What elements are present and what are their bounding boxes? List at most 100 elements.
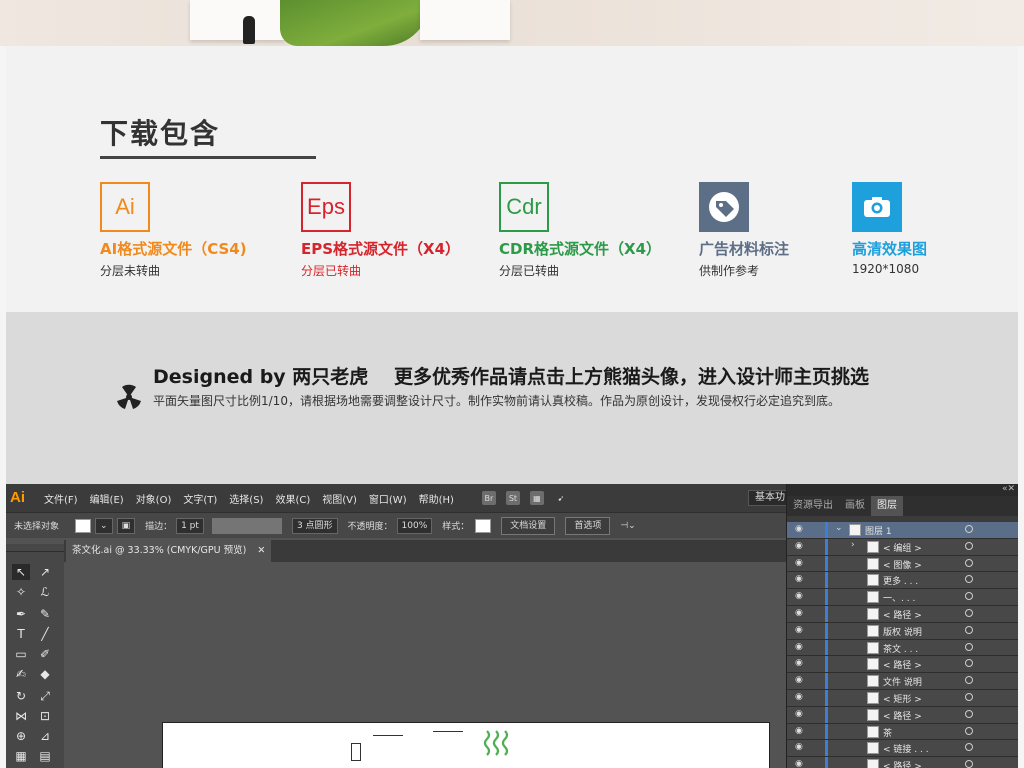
visibility-eye-icon[interactable]: ◉ — [795, 692, 803, 702]
bridge-button[interactable]: Br — [481, 491, 496, 505]
expand-chevron-icon[interactable]: ⌄ — [835, 523, 843, 533]
menu-select[interactable]: 选择(S) — [229, 491, 263, 506]
stock-button[interactable]: St — [505, 491, 520, 505]
target-circle-icon[interactable] — [965, 575, 973, 584]
target-circle-icon[interactable] — [965, 558, 973, 567]
layer-row[interactable]: ◉ < 图像 > — [787, 555, 1018, 573]
layer-row[interactable]: ◉ ⌄ 图层 1 — [787, 522, 1018, 539]
menu-edit[interactable]: 编辑(E) — [90, 491, 124, 506]
target-circle-icon[interactable] — [965, 726, 973, 735]
perspective-grid-tool-icon[interactable]: ⊿ — [36, 728, 54, 744]
layer-row[interactable]: ◉ 文件 说明 — [787, 673, 1018, 690]
layer-row[interactable]: ◉ < 矩形 > — [787, 689, 1018, 707]
layer-row[interactable]: ◉ < 路径 > — [787, 656, 1018, 674]
layer-row[interactable]: ◉ < 路径 > — [787, 706, 1018, 724]
variable-width-profile[interactable] — [211, 517, 282, 534]
tools-panel-grip[interactable] — [6, 544, 64, 552]
visibility-eye-icon[interactable]: ◉ — [795, 642, 803, 652]
panel-collapse-control[interactable]: «✕ — [787, 484, 1018, 496]
menu-effect[interactable]: 效果(C) — [275, 491, 310, 506]
document-tab[interactable]: 茶文化.ai @ 33.33% (CMYK/GPU 预览) ✕ — [66, 540, 272, 562]
layer-row[interactable]: ◉ < 路径 > — [787, 757, 1018, 768]
arrange-docs-icon[interactable]: ▦ — [529, 491, 544, 505]
stroke-weight-input[interactable]: 1 pt — [176, 517, 204, 534]
target-circle-icon[interactable] — [965, 592, 973, 601]
menu-file[interactable]: 文件(F) — [44, 491, 78, 506]
line-tool-icon[interactable]: ╱ — [36, 626, 54, 642]
tab-artboards[interactable]: 画板 — [839, 496, 871, 516]
direct-selection-tool-icon[interactable]: ↗ — [36, 564, 54, 580]
visibility-eye-icon[interactable]: ◉ — [795, 675, 803, 685]
menu-object[interactable]: 对象(O) — [136, 491, 172, 506]
layer-row[interactable]: ◉ › < 编组 > — [787, 538, 1018, 556]
expand-chevron-icon[interactable]: › — [851, 540, 855, 550]
lasso-tool-icon[interactable]: ℒ — [36, 584, 54, 600]
visibility-eye-icon[interactable]: ◉ — [795, 759, 803, 768]
mesh-tool-icon[interactable]: ▦ — [12, 748, 30, 764]
target-circle-icon[interactable] — [965, 709, 973, 718]
target-circle-icon[interactable] — [965, 676, 973, 685]
layer-row[interactable]: ◉ < 路径 > — [787, 605, 1018, 623]
target-circle-icon[interactable] — [965, 608, 973, 617]
gradient-tool-icon[interactable]: ▤ — [36, 748, 54, 764]
target-circle-icon[interactable] — [965, 743, 973, 752]
target-circle-icon[interactable] — [965, 692, 973, 701]
layer-name: 茶文 . . . — [883, 644, 919, 655]
visibility-eye-icon[interactable]: ◉ — [795, 541, 803, 551]
visibility-eye-icon[interactable]: ◉ — [795, 625, 803, 635]
gpu-rocket-icon[interactable]: ➹ — [554, 491, 568, 505]
magic-wand-tool-icon[interactable]: ✧ — [12, 584, 30, 600]
close-tab-icon[interactable]: ✕ — [257, 545, 265, 556]
curvature-tool-icon[interactable]: ✎ — [36, 606, 54, 622]
shaper-tool-icon[interactable]: ✍ — [12, 666, 30, 682]
width-tool-icon[interactable]: ⋈ — [12, 708, 30, 724]
menu-view[interactable]: 视图(V) — [322, 491, 357, 506]
type-tool-icon[interactable]: T — [12, 626, 30, 642]
layer-row[interactable]: ◉ 茶文 . . . — [787, 639, 1018, 657]
selection-tool-icon[interactable]: ↖ — [12, 564, 30, 580]
target-circle-icon[interactable] — [965, 659, 973, 668]
target-circle-icon[interactable] — [965, 760, 973, 768]
visibility-eye-icon[interactable]: ◉ — [795, 658, 803, 668]
target-circle-icon[interactable] — [965, 525, 973, 533]
target-circle-icon[interactable] — [965, 541, 973, 550]
target-circle-icon[interactable] — [965, 625, 973, 634]
layer-row[interactable]: ◉ < 链接 . . . — [787, 740, 1018, 758]
visibility-eye-icon[interactable]: ◉ — [795, 742, 803, 752]
opacity-input[interactable]: 100% — [396, 517, 433, 534]
menu-type[interactable]: 文字(T) — [183, 491, 217, 506]
brush-dropdown[interactable]: 3 点圆形 — [291, 517, 338, 534]
tab-layers[interactable]: 图层 — [871, 496, 903, 516]
visibility-eye-icon[interactable]: ◉ — [795, 524, 803, 534]
style-swatch[interactable] — [475, 518, 492, 533]
stroke-swatch[interactable]: ▣ — [116, 517, 136, 534]
layer-row[interactable]: ◉ 一、. . . — [787, 589, 1018, 606]
layer-row[interactable]: ◉ 更多 . . . — [787, 572, 1018, 590]
visibility-eye-icon[interactable]: ◉ — [795, 709, 803, 719]
rotate-tool-icon[interactable]: ↻ — [12, 688, 30, 704]
visibility-eye-icon[interactable]: ◉ — [795, 726, 803, 736]
document-setup-button[interactable]: 文档设置 — [501, 516, 556, 535]
pen-tool-icon[interactable]: ✒ — [12, 606, 30, 622]
artboard[interactable] — [162, 722, 770, 768]
visibility-eye-icon[interactable]: ◉ — [795, 591, 803, 601]
rectangle-tool-icon[interactable]: ▭ — [12, 646, 30, 662]
scale-tool-icon[interactable]: ⤢ — [36, 688, 54, 704]
target-circle-icon[interactable] — [965, 642, 973, 651]
fill-dropdown[interactable]: ⌄ — [95, 517, 113, 534]
eraser-tool-icon[interactable]: ◆ — [36, 666, 54, 682]
layer-row[interactable]: ◉ 茶 — [787, 723, 1018, 741]
shape-builder-tool-icon[interactable]: ⊕ — [12, 728, 30, 744]
fill-swatch[interactable] — [75, 518, 92, 533]
preferences-button[interactable]: 首选项 — [565, 516, 611, 535]
paintbrush-tool-icon[interactable]: ✐ — [36, 646, 54, 662]
free-transform-tool-icon[interactable]: ⊡ — [36, 708, 54, 724]
tab-asset-export[interactable]: 资源导出 — [787, 496, 839, 516]
menu-window[interactable]: 窗口(W) — [369, 491, 407, 506]
menu-help[interactable]: 帮助(H) — [419, 491, 454, 506]
align-icon[interactable]: ⊣⌄ — [620, 521, 635, 531]
visibility-eye-icon[interactable]: ◉ — [795, 608, 803, 618]
layer-row[interactable]: ◉ 版权 说明 — [787, 622, 1018, 640]
visibility-eye-icon[interactable]: ◉ — [795, 558, 803, 568]
visibility-eye-icon[interactable]: ◉ — [795, 574, 803, 584]
